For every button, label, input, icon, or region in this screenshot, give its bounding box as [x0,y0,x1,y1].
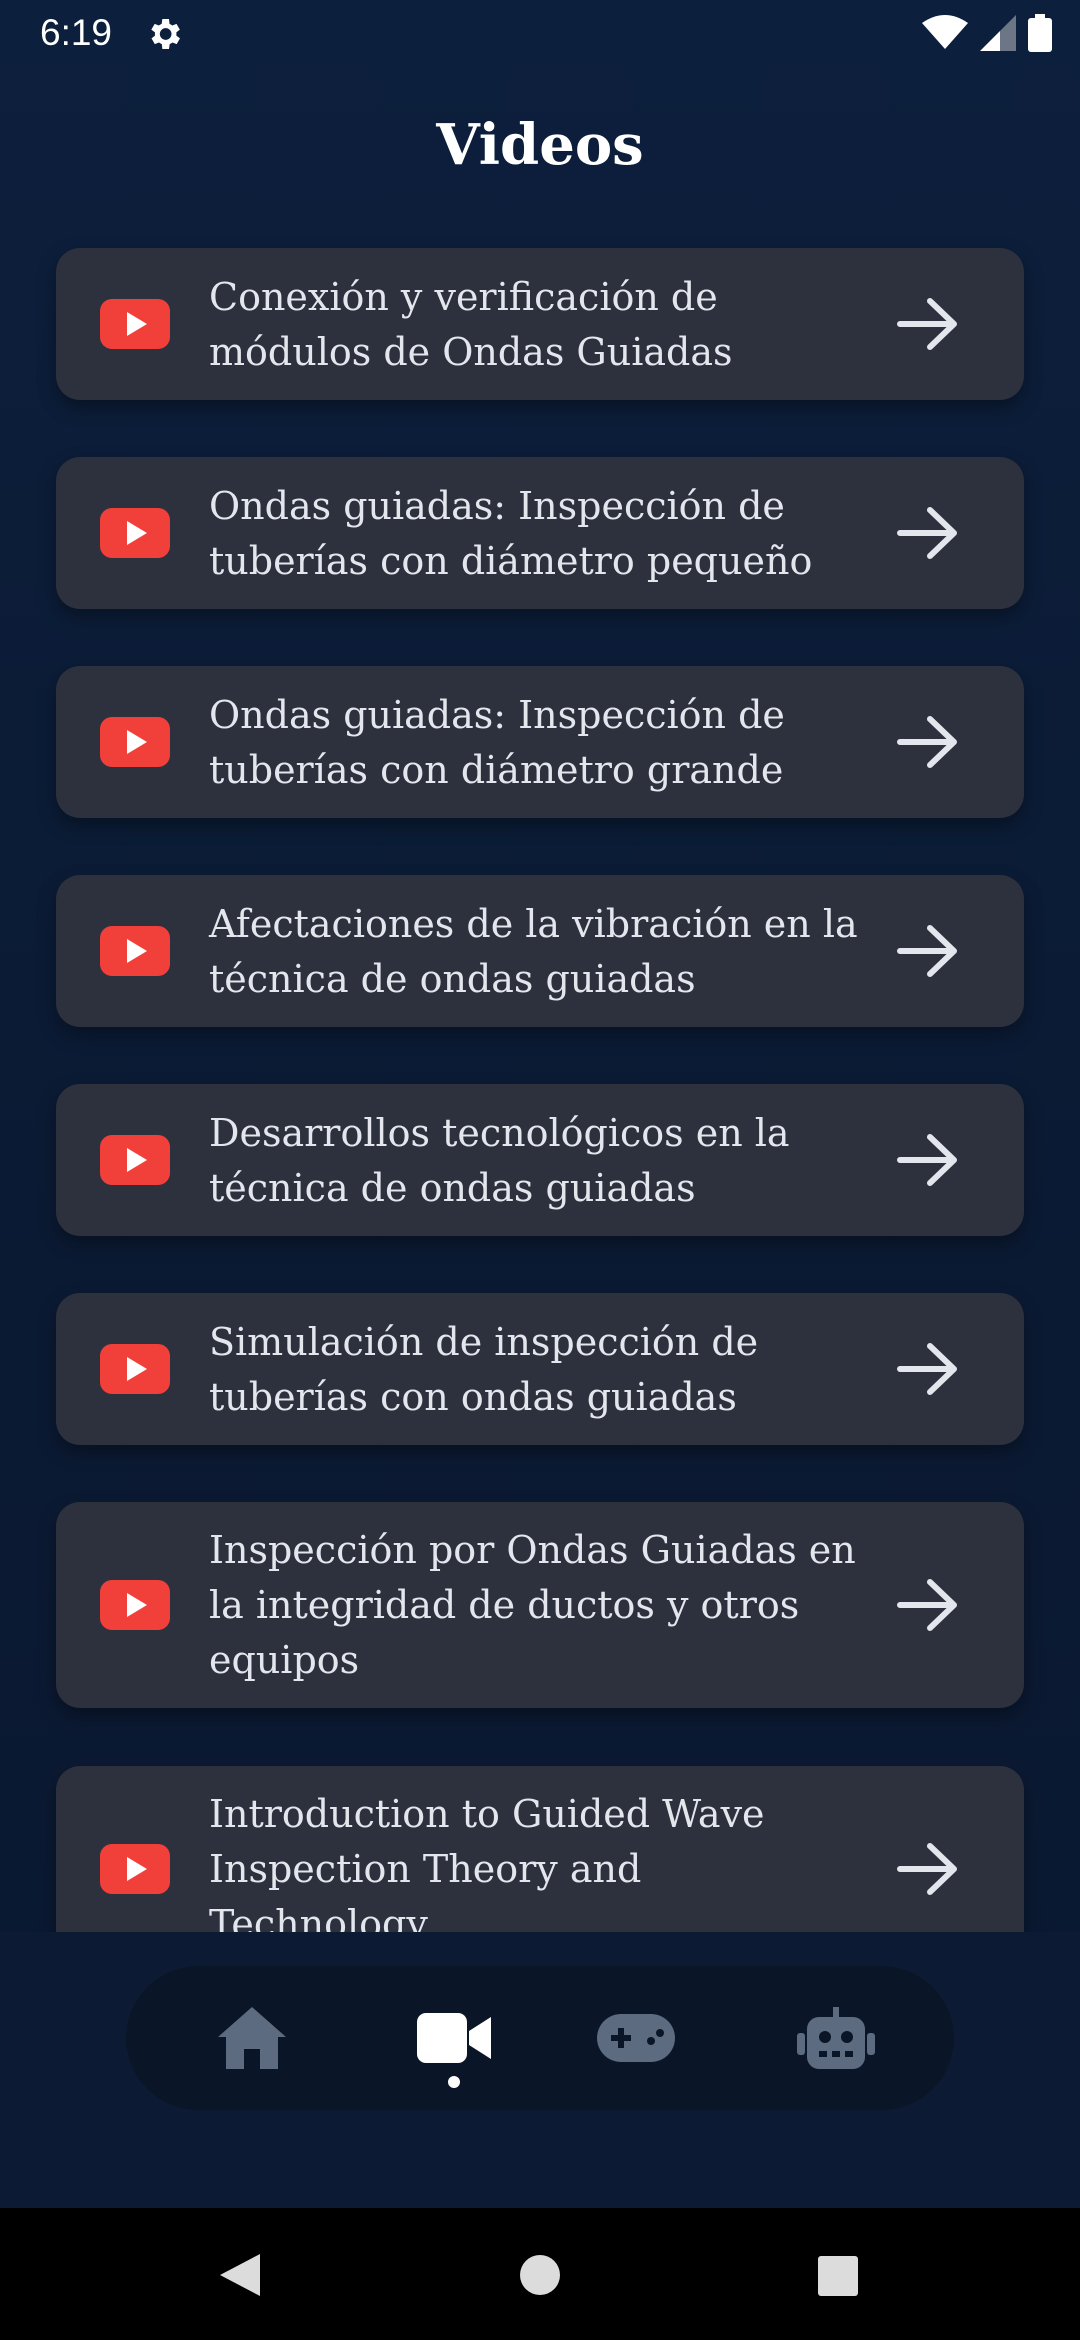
arrow-right-icon [897,298,957,350]
video-camera-icon [417,2013,491,2063]
nav-games[interactable] [576,1966,696,2110]
bottom-navigation [126,1966,954,2110]
video-title: Ondas guiadas: Inspección de tuberías co… [209,693,785,792]
home-icon [218,2007,286,2069]
back-icon[interactable] [218,2252,262,2298]
active-indicator-dot [448,2076,460,2088]
arrow-right-icon [897,1579,957,1631]
video-card[interactable]: Desarrollos tecnológicos en la técnica d… [56,1084,1024,1236]
video-title: Simulación de inspección de tuberías con… [209,1320,759,1419]
nav-videos[interactable] [394,1966,514,2110]
video-card[interactable]: Introduction to Guided Wave Inspection T… [56,1766,1024,1932]
video-title: Afectaciones de la vibración en la técni… [209,902,858,1001]
youtube-icon [100,926,170,976]
recents-icon[interactable] [818,2256,858,2296]
arrow-right-icon [897,1343,957,1395]
video-list[interactable]: Conexión y verificación de módulos de On… [0,0,1080,1932]
arrow-right-icon [897,716,957,768]
youtube-icon [100,1580,170,1630]
youtube-icon [100,717,170,767]
arrow-right-icon [897,925,957,977]
video-card[interactable]: Inspección por Ondas Guiadas en la integ… [56,1502,1024,1708]
arrow-right-icon [897,1843,957,1895]
youtube-icon [100,1844,170,1894]
gamepad-icon [597,2014,675,2062]
video-card[interactable]: Conexión y verificación de módulos de On… [56,248,1024,400]
youtube-icon [100,508,170,558]
robot-icon [797,2007,875,2069]
video-card[interactable]: Afectaciones de la vibración en la técni… [56,875,1024,1027]
video-title: Introduction to Guided Wave Inspection T… [209,1792,765,1932]
video-card[interactable]: Simulación de inspección de tuberías con… [56,1293,1024,1445]
video-title: Inspección por Ondas Guiadas en la integ… [209,1528,856,1682]
video-card[interactable]: Ondas guiadas: Inspección de tuberías co… [56,666,1024,818]
nav-home[interactable] [192,1966,312,2110]
youtube-icon [100,1135,170,1185]
video-title: Conexión y verificación de módulos de On… [209,275,733,374]
video-title: Desarrollos tecnológicos en la técnica d… [209,1111,790,1210]
video-card[interactable]: Ondas guiadas: Inspección de tuberías co… [56,457,1024,609]
nav-assistant[interactable] [776,1966,896,2110]
arrow-right-icon [897,507,957,559]
arrow-right-icon [897,1134,957,1186]
youtube-icon [100,299,170,349]
home-circle-icon[interactable] [519,2254,561,2296]
video-title: Ondas guiadas: Inspección de tuberías co… [209,484,813,583]
system-navigation-bar [0,2208,1080,2340]
youtube-icon [100,1344,170,1394]
